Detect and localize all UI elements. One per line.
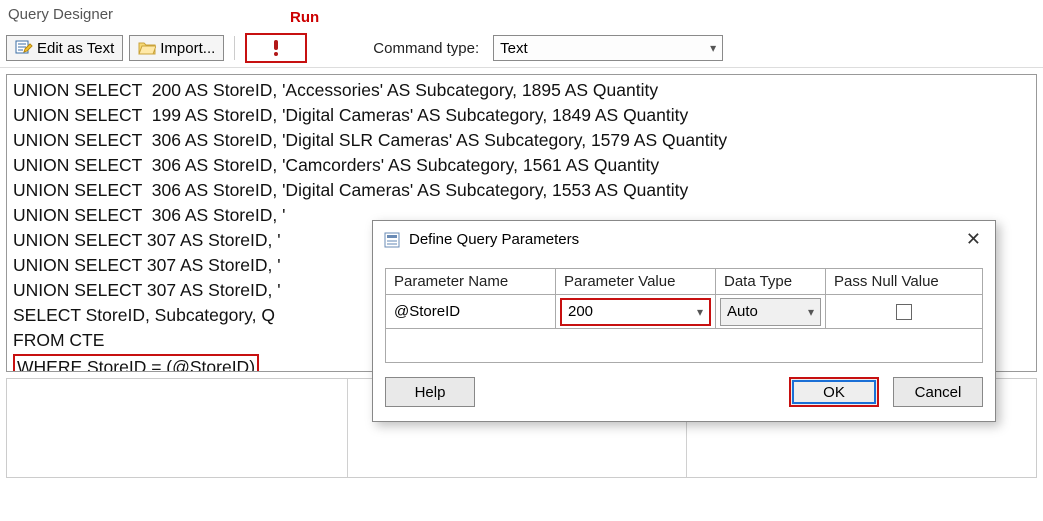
chevron-down-icon: ▾ bbox=[697, 305, 703, 319]
command-type-select[interactable]: Text ▾ bbox=[493, 35, 723, 61]
sql-where-highlight: WHERE StoreID = (@StoreID) bbox=[13, 354, 259, 372]
param-value-text: 200 bbox=[568, 303, 593, 320]
data-type-text: Auto bbox=[727, 303, 758, 320]
table-row: @StoreID 200 ▾ Auto ▾ bbox=[386, 295, 983, 329]
toolbar-separator bbox=[234, 36, 235, 60]
edit-as-text-button[interactable]: Edit as Text bbox=[6, 35, 123, 61]
exclamation-icon bbox=[267, 39, 285, 57]
command-type-label: Command type: bbox=[373, 40, 479, 57]
sql-line: FROM CTE bbox=[13, 330, 104, 350]
pencil-sql-icon bbox=[15, 39, 33, 57]
sql-line: SELECT StoreID, Subcategory, Q bbox=[13, 305, 275, 325]
col-data-type: Data Type bbox=[716, 269, 826, 295]
param-value-cell: 200 ▾ bbox=[556, 295, 716, 329]
folder-open-icon bbox=[138, 39, 156, 57]
window-title: Query Designer bbox=[0, 0, 1043, 29]
sql-line: UNION SELECT 200 AS StoreID, 'Accessorie… bbox=[13, 80, 658, 100]
sql-line: UNION SELECT 306 AS StoreID, 'Digital Ca… bbox=[13, 180, 688, 200]
help-button[interactable]: Help bbox=[385, 377, 475, 407]
dialog-buttons: Help OK Cancel bbox=[373, 363, 995, 421]
sql-line: UNION SELECT 306 AS StoreID, ' bbox=[13, 205, 285, 225]
cancel-button[interactable]: Cancel bbox=[893, 377, 983, 407]
param-value-select[interactable]: 200 ▾ bbox=[560, 298, 711, 326]
edit-as-text-label: Edit as Text bbox=[37, 40, 114, 57]
import-label: Import... bbox=[160, 40, 215, 57]
col-pass-null: Pass Null Value bbox=[826, 269, 983, 295]
sql-line: UNION SELECT 307 AS StoreID, ' bbox=[13, 230, 281, 250]
import-button[interactable]: Import... bbox=[129, 35, 224, 61]
dialog-icon bbox=[383, 231, 401, 249]
dialog-titlebar: Define Query Parameters ✕ bbox=[373, 221, 995, 258]
toolbar: Run Edit as Text Import... Command type:… bbox=[0, 29, 1043, 68]
sql-line: UNION SELECT 307 AS StoreID, ' bbox=[13, 280, 281, 300]
command-type-value: Text bbox=[500, 40, 528, 57]
param-name-cell: @StoreID bbox=[386, 295, 556, 329]
col-parameter-value: Parameter Value bbox=[556, 269, 716, 295]
table-empty-space bbox=[386, 329, 983, 363]
sql-line: UNION SELECT 306 AS StoreID, 'Camcorders… bbox=[13, 155, 659, 175]
run-annotation: Run bbox=[290, 9, 319, 26]
ok-button[interactable]: OK bbox=[789, 377, 879, 407]
sql-line: UNION SELECT 199 AS StoreID, 'Digital Ca… bbox=[13, 105, 688, 125]
run-button[interactable] bbox=[259, 39, 293, 57]
chevron-down-icon: ▾ bbox=[808, 305, 814, 319]
pass-null-cell bbox=[826, 295, 983, 329]
close-icon[interactable]: ✕ bbox=[962, 229, 985, 250]
sql-line: UNION SELECT 307 AS StoreID, ' bbox=[13, 255, 281, 275]
define-parameters-dialog: Define Query Parameters ✕ Parameter Name… bbox=[372, 220, 996, 422]
pass-null-checkbox[interactable] bbox=[896, 304, 912, 320]
parameters-table: Parameter Name Parameter Value Data Type… bbox=[385, 268, 983, 363]
run-button-highlight bbox=[245, 33, 307, 63]
sql-line: UNION SELECT 306 AS StoreID, 'Digital SL… bbox=[13, 130, 727, 150]
dialog-title: Define Query Parameters bbox=[409, 231, 579, 248]
col-parameter-name: Parameter Name bbox=[386, 269, 556, 295]
data-type-cell: Auto ▾ bbox=[716, 295, 826, 329]
data-type-select[interactable]: Auto ▾ bbox=[720, 298, 821, 326]
chevron-down-icon: ▾ bbox=[710, 41, 716, 55]
